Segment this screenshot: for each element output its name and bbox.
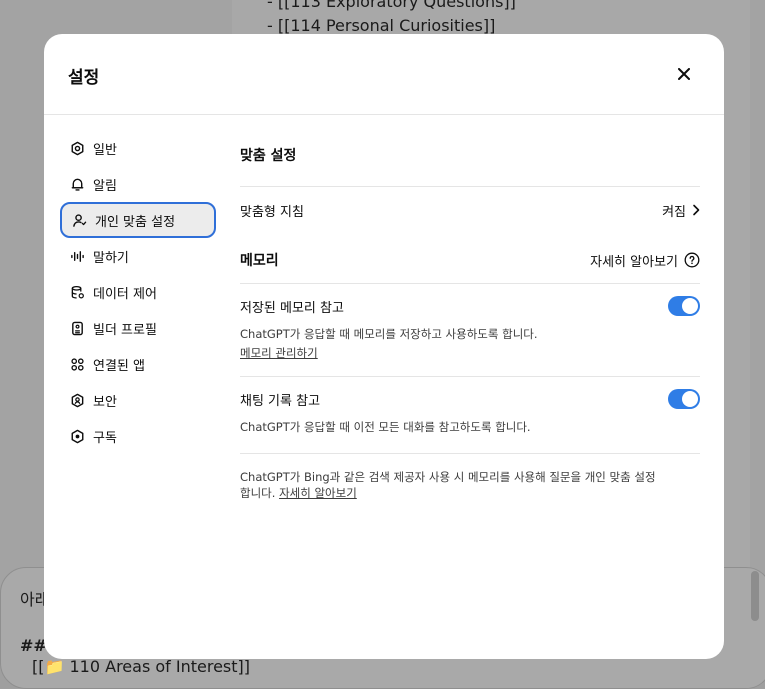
settings-modal: 설정 일반 알림 개인 맞춤 설정 말하기 데이터 제어 빌더 프로필 연결된 … xyxy=(44,34,724,659)
manage-memory-link[interactable]: 메모리 관리하기 xyxy=(240,345,318,361)
custom-instructions-row[interactable]: 맞춤형 지침 켜짐 xyxy=(240,187,700,233)
sidebar-item-personalization[interactable]: 개인 맞춤 설정 xyxy=(60,202,216,238)
id-card-icon xyxy=(69,320,85,336)
saved-memory-description: ChatGPT가 응답할 때 메모리를 저장하고 사용하도록 합니다. xyxy=(240,327,538,341)
divider xyxy=(240,453,700,454)
chat-history-label: 채팅 기록 참고 xyxy=(240,393,321,409)
bing-note-line1: ChatGPT가 Bing과 같은 검색 제공자 사용 시 메모리를 사용해 질… xyxy=(240,470,656,484)
shield-icon xyxy=(69,392,85,408)
chevron-right-icon xyxy=(693,204,700,216)
personalization-title: 맞춤 설정 xyxy=(240,148,297,164)
custom-instructions-button[interactable]: 켜짐 xyxy=(662,201,700,220)
database-icon xyxy=(69,284,85,300)
chat-history-description: ChatGPT가 응답할 때 이전 모든 대화를 참고하도록 합니다. xyxy=(240,420,531,434)
subscription-icon xyxy=(69,428,85,444)
toggle-knob xyxy=(682,391,698,407)
modal-title: 설정 xyxy=(68,68,100,88)
waveform-icon xyxy=(69,248,85,264)
sidebar-item-label: 말하기 xyxy=(93,250,129,266)
personalization-panel: 맞춤 설정 맞춤형 지침 켜짐 메모리 자세히 알아보기 저장된 메모리 참고 … xyxy=(240,115,700,501)
bing-memory-note: ChatGPT가 Bing과 같은 검색 제공자 사용 시 메모리를 사용해 질… xyxy=(240,469,700,501)
apps-icon xyxy=(69,356,85,372)
bing-learn-more-link[interactable]: 자세히 알아보기 xyxy=(279,486,357,500)
modal-header: 설정 xyxy=(44,34,724,115)
settings-sidebar: 일반 알림 개인 맞춤 설정 말하기 데이터 제어 빌더 프로필 연결된 앱 보… xyxy=(60,130,216,454)
bell-icon xyxy=(69,176,85,192)
sidebar-item-label: 빌더 프로필 xyxy=(93,322,157,338)
memory-learn-more-label: 자세히 알아보기 xyxy=(590,254,678,270)
saved-memory-label: 저장된 메모리 참고 xyxy=(240,300,344,316)
gear-icon xyxy=(69,140,85,156)
close-button[interactable] xyxy=(672,64,696,84)
custom-instructions-status: 켜짐 xyxy=(662,204,686,220)
sidebar-item-speech[interactable]: 말하기 xyxy=(60,238,216,274)
chat-history-setting: 채팅 기록 참고 ChatGPT가 응답할 때 이전 모든 대화를 참고하도록 … xyxy=(240,377,700,441)
sidebar-item-builder-profile[interactable]: 빌더 프로필 xyxy=(60,310,216,346)
sidebar-item-label: 보안 xyxy=(93,394,117,410)
sidebar-item-subscription[interactable]: 구독 xyxy=(60,418,216,454)
sidebar-item-label: 연결된 앱 xyxy=(93,358,145,374)
sidebar-item-label: 알림 xyxy=(93,178,117,194)
saved-memory-setting: 저장된 메모리 참고 ChatGPT가 응답할 때 메모리를 저장하고 사용하도… xyxy=(240,284,700,363)
memory-header-row: 메모리 자세히 알아보기 xyxy=(240,246,700,274)
saved-memory-toggle[interactable] xyxy=(668,296,700,316)
toggle-knob xyxy=(682,298,698,314)
memory-title: 메모리 xyxy=(240,253,279,269)
sidebar-item-connected-apps[interactable]: 연결된 앱 xyxy=(60,346,216,382)
sidebar-item-data-controls[interactable]: 데이터 제어 xyxy=(60,274,216,310)
sidebar-item-general[interactable]: 일반 xyxy=(60,130,216,166)
sidebar-item-label: 구독 xyxy=(93,430,117,446)
sidebar-item-label: 일반 xyxy=(93,142,117,158)
custom-instructions-label: 맞춤형 지침 xyxy=(240,204,304,220)
sidebar-item-label: 개인 맞춤 설정 xyxy=(95,214,176,230)
close-icon xyxy=(678,68,690,80)
bing-note-line2: 합니다. xyxy=(240,486,276,500)
sidebar-item-security[interactable]: 보안 xyxy=(60,382,216,418)
sidebar-item-notifications[interactable]: 알림 xyxy=(60,166,216,202)
help-circle-icon xyxy=(684,252,700,268)
user-icon xyxy=(71,212,87,228)
memory-learn-more-button[interactable]: 자세히 알아보기 xyxy=(590,251,700,270)
sidebar-item-label: 데이터 제어 xyxy=(93,286,157,302)
chat-history-toggle[interactable] xyxy=(668,389,700,409)
